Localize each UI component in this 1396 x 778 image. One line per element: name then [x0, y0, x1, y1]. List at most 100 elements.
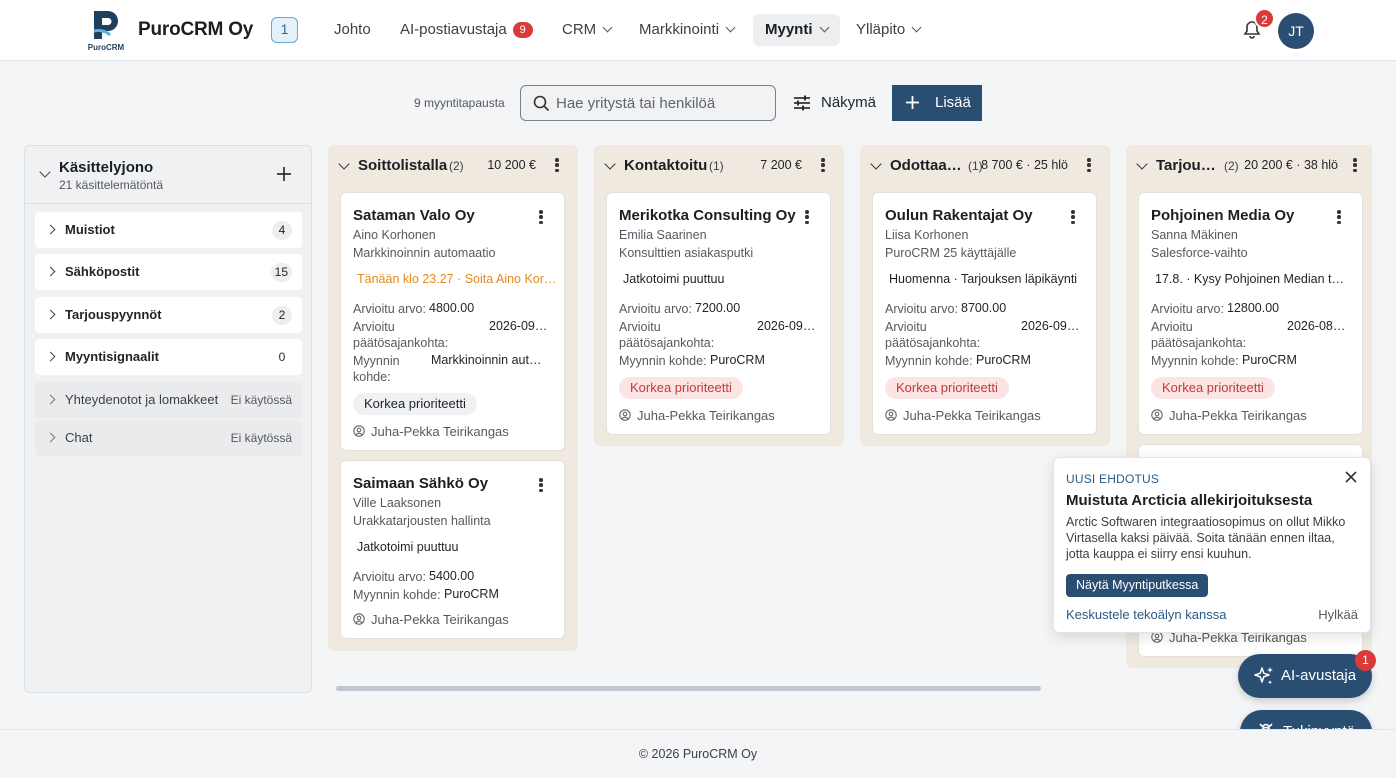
- queue-header[interactable]: Käsittelyjono 21 käsittelemätöntä: [25, 146, 311, 204]
- owner-name: Juha-Pekka Teirikangas: [903, 408, 1041, 423]
- suggestion-kicker: UUSI EHDOTUS: [1066, 472, 1160, 486]
- field-label: Arvioitu arvo:: [885, 302, 958, 316]
- queue-item-label: Muistiot: [65, 222, 115, 237]
- column-header[interactable]: Soittolistalla (2) 10 200 €: [328, 145, 578, 185]
- chevron-down-icon[interactable]: [39, 166, 51, 178]
- more-options-icon[interactable]: [821, 158, 825, 173]
- priority-badge: Korkea prioriteetti: [353, 393, 477, 415]
- horizontal-scrollbar[interactable]: [336, 686, 1041, 691]
- column-header[interactable]: Kontaktoitu (1) 7 200 €: [594, 145, 844, 185]
- more-options-icon[interactable]: [1353, 158, 1357, 173]
- deal-card[interactable]: Saimaan Sähkö Oy Ville Laaksonen Urakkat…: [340, 460, 565, 639]
- nav-label: Myynti: [765, 21, 813, 38]
- view-button[interactable]: Näkymä: [793, 86, 876, 120]
- nav-yllapito[interactable]: Ylläpito: [844, 14, 932, 46]
- queue-item-count: 4: [272, 221, 292, 240]
- queue-item-sahkopostit[interactable]: Sähköpostit 15: [35, 254, 302, 290]
- more-options-icon[interactable]: [805, 210, 809, 225]
- column-title: Odottaa tarjousta: [890, 157, 962, 174]
- card-date: 2026-09-30: [489, 319, 551, 333]
- field-label: Myynnin kohde:: [885, 354, 973, 368]
- ai-assistant-button[interactable]: AI-avustaja: [1238, 654, 1372, 698]
- nav-label: AI-postiavustaja: [400, 21, 507, 38]
- field-label: Myynnin kohde:: [619, 354, 707, 368]
- chevron-down-icon[interactable]: [1136, 158, 1148, 170]
- nav-johto[interactable]: Johto: [322, 14, 383, 46]
- show-in-pipeline-button[interactable]: Näytä Myyntiputkessa: [1066, 574, 1209, 597]
- queue-item-yhteydenotot[interactable]: Yhteydenotot ja lomakkeet Ei käytössä: [35, 382, 302, 418]
- nav-label: Ylläpito: [856, 21, 906, 38]
- field-label: Myynnin kohde:: [353, 588, 441, 602]
- chevron-down-icon[interactable]: [338, 158, 350, 170]
- purocrm-logo-icon[interactable]: PuroCRM: [84, 8, 128, 52]
- deal-card[interactable]: Merikotka Consulting Oy Emilia Saarinen …: [606, 192, 831, 435]
- suggestion-body: Arctic Softwaren integraatiosopimus on o…: [1066, 515, 1346, 561]
- queue-item-myyntisignaalit[interactable]: Myyntisignaalit 0: [35, 339, 302, 375]
- queue-item-count: 0: [278, 350, 286, 364]
- field-label: Arvioitu päätösajankohta:: [885, 320, 981, 350]
- column-sum: 10 200 €: [487, 158, 536, 172]
- priority-badge: Korkea prioriteetti: [885, 377, 1009, 399]
- column-count: (1): [709, 159, 724, 173]
- more-options-icon[interactable]: [1087, 158, 1091, 173]
- nav-ai-postiavustaja[interactable]: AI-postiavustaja 9: [388, 14, 545, 46]
- column-header[interactable]: Tarjous lähetetty (2) 20 200 € · 38 hlö: [1126, 145, 1372, 185]
- nav-label: Johto: [334, 21, 371, 38]
- field-label: Arvioitu arvo:: [619, 302, 692, 316]
- queue-item-tarjouspyynnot[interactable]: Tarjouspyynnöt 2: [35, 297, 302, 333]
- deal-card[interactable]: Pohjoinen Media Oy Sanna Mäkinen Salesfo…: [1138, 192, 1363, 435]
- chevron-down-icon[interactable]: [870, 158, 882, 170]
- more-options-icon[interactable]: [555, 158, 559, 173]
- owner-name: Juha-Pekka Teirikangas: [371, 424, 509, 439]
- queue-item-label: Myyntisignaalit: [65, 349, 159, 364]
- chevron-down-icon: [819, 22, 829, 33]
- close-icon[interactable]: [1345, 471, 1357, 483]
- chat-with-ai-link[interactable]: Keskustele tekoälyn kanssa: [1066, 607, 1226, 622]
- nav-crm[interactable]: CRM: [550, 14, 623, 46]
- more-options-icon[interactable]: [1071, 210, 1075, 225]
- deal-card[interactable]: Sataman Valo Oy Aino Korhonen Markkinoin…: [340, 192, 565, 451]
- more-options-icon[interactable]: [539, 210, 543, 225]
- queue-subtitle: 21 käsittelemätöntä: [59, 178, 164, 192]
- chevron-down-icon[interactable]: [604, 158, 616, 170]
- chevron-right-icon: [45, 266, 56, 277]
- card-company: Oulun Rakentajat Oy: [885, 207, 1033, 224]
- brand-name[interactable]: PuroCRM Oy: [138, 19, 253, 41]
- dismiss-button[interactable]: Hylkää: [1318, 607, 1358, 622]
- field-label: Arvioitu arvo:: [353, 570, 426, 584]
- column-header[interactable]: Odottaa tarjousta (1) 8 700 € · 25 hlö: [860, 145, 1110, 185]
- queue-item-muistiot[interactable]: Muistiot 4: [35, 212, 302, 248]
- column-sum: 7 200 €: [760, 158, 802, 172]
- card-owner: Juha-Pekka Teirikangas: [353, 424, 509, 439]
- nav-myynti[interactable]: Myynti: [753, 14, 840, 46]
- queue-item-label: Yhteydenotot ja lomakkeet: [65, 392, 219, 407]
- card-next-action: Huomenna · Tarjouksen läpikäynti: [889, 272, 1078, 286]
- column-sum: 8 700 € · 25 hlö: [981, 158, 1068, 172]
- card-date: 2026-09-10: [1021, 319, 1083, 333]
- field-label: Arvioitu arvo:: [353, 302, 426, 316]
- card-target: PuroCRM: [710, 353, 765, 367]
- user-circle-icon: [885, 409, 897, 421]
- search-input[interactable]: [556, 86, 766, 120]
- card-contact: Liisa Korhonen: [885, 228, 969, 242]
- user-circle-icon: [619, 409, 631, 421]
- footer: © 2026 PuroCRM Oy: [0, 729, 1396, 778]
- card-owner: Juha-Pekka Teirikangas: [1151, 408, 1307, 423]
- more-options-icon[interactable]: [1337, 210, 1341, 225]
- search-icon: [533, 95, 550, 112]
- deal-card[interactable]: Oulun Rakentajat Oy Liisa Korhonen PuroC…: [872, 192, 1097, 435]
- more-options-icon[interactable]: [539, 478, 543, 493]
- workspace-badge[interactable]: 1: [271, 17, 298, 43]
- search-box[interactable]: [520, 85, 776, 121]
- column-count: (2): [449, 159, 464, 173]
- user-circle-icon: [353, 613, 365, 625]
- chevron-right-icon: [45, 224, 56, 235]
- add-label: Lisää: [935, 94, 971, 111]
- plus-icon[interactable]: [277, 167, 291, 181]
- add-button[interactable]: Lisää: [892, 85, 982, 121]
- queue-item-chat[interactable]: Chat Ei käytössä: [35, 420, 302, 456]
- card-target: Markkinoinnin automaatio: [431, 353, 547, 367]
- user-circle-icon: [1151, 409, 1163, 421]
- user-avatar[interactable]: JT: [1278, 13, 1314, 49]
- nav-markkinointi[interactable]: Markkinointi: [627, 14, 746, 46]
